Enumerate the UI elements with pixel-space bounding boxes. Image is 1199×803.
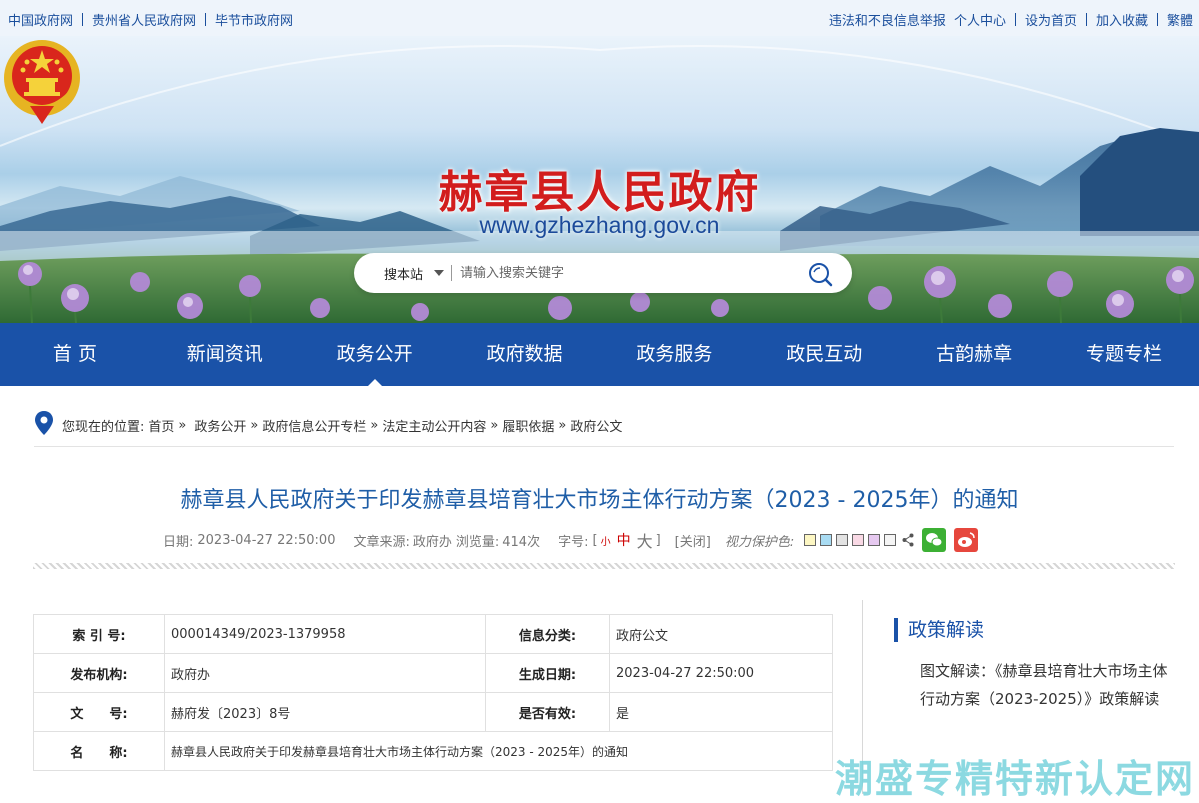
policy-interpretation-link[interactable]: 图文解读：《赫章县培育壮大市场主体行动方案（2023-2025）》政策解读 [920,657,1172,713]
nav-item-topics[interactable]: 专题专栏 [1049,323,1199,386]
main-nav: 首 页 新闻资讯 政务公开 政府数据 政务服务 政民互动 古韵赫章 专题专栏 [0,323,1199,386]
breadcrumb-prefix: 您现在的位置: [62,420,145,435]
nav-item-gov-services[interactable]: 政务服务 [600,323,750,386]
publish-date: 2023-04-27 22:50:00 [197,532,336,548]
eye-color-swatch[interactable] [820,534,833,546]
nav-item-news[interactable]: 新闻资讯 [150,323,300,386]
divider [1014,13,1016,26]
link-report[interactable]: 违法和不良信息举报 [829,10,946,29]
docno-value: 赫府发〔2023〕8号 [164,692,486,732]
divider-dashed [33,563,1175,569]
publisher-value: 政府办 [164,653,486,693]
index-value: 000014349/2023-1379958 [164,614,486,654]
site-title: 赫章县人民政府 [438,167,761,218]
font-medium-button[interactable]: 中 [617,530,631,550]
table-row: 发布机构: 政府办 生成日期: 2023-04-27 22:50:00 [33,653,833,693]
article-meta: 日期: 2023-04-27 22:50:00 文章来源: 政府办 浏览量: 4… [163,527,1053,553]
index-label: 索 引 号: [33,614,165,654]
weibo-icon[interactable] [954,528,979,552]
breadcrumb-item-statutory[interactable]: 法定主动公开内容 [382,416,486,435]
breadcrumb-item-home[interactable]: 首页 [148,416,174,435]
category-label: 信息分类: [485,614,610,654]
watermark: 潮盛专精特新认定网 [834,757,1195,801]
nav-item-gov-affairs[interactable]: 政务公开 [300,323,450,386]
sidebar-heading: 政策解读 [894,618,984,642]
search-input[interactable] [460,261,800,285]
link-china-gov[interactable]: 中国政府网 [8,10,73,29]
breadcrumb-item-documents[interactable]: 政府公文 [570,416,622,435]
source-value: 政府办 [412,534,452,550]
views-label: 浏览量: [455,534,500,550]
breadcrumb-separator: » [490,418,499,433]
bracket: ] [655,532,661,548]
link-guizhou-gov[interactable]: 贵州省人民政府网 [92,10,196,29]
breadcrumb-separator: » [250,418,259,433]
nav-item-interaction[interactable]: 政民互动 [749,323,899,386]
breadcrumb-item-info-column[interactable]: 政府信息公开专栏 [262,416,366,435]
publisher-label: 发布机构: [33,653,165,693]
breadcrumb-separator: » [558,418,567,433]
search-scope-select[interactable]: 搜本站 [384,264,423,283]
bracket: [ [592,532,598,548]
header-banner: 赫章县人民政府 www.gzhezhang.gov.cn 搜本站 [0,36,1199,323]
nav-item-culture[interactable]: 古韵赫章 [899,323,1049,386]
divider [1085,13,1087,26]
link-add-favorite[interactable]: 加入收藏 [1096,10,1148,29]
category-value: 政府公文 [609,614,833,654]
font-large-button[interactable]: 大 [637,528,653,552]
eye-color-swatch[interactable] [868,534,881,546]
created-value: 2023-04-27 22:50:00 [609,653,833,693]
link-personal-center[interactable]: 个人中心 [954,10,1006,29]
font-small-button[interactable]: 小 [601,533,611,548]
link-traditional-chinese[interactable]: 繁體 [1167,10,1193,29]
search-icon[interactable] [807,261,833,287]
eye-color-swatch[interactable] [852,534,865,546]
nav-item-gov-data[interactable]: 政府数据 [450,323,600,386]
valid-value: 是 [609,692,833,732]
breadcrumb-separator: » [178,418,187,433]
link-set-homepage[interactable]: 设为首页 [1025,10,1077,29]
eye-color-swatch[interactable] [836,534,849,546]
fontsize-label: 字号: [558,534,589,550]
name-label: 名 称: [33,731,165,771]
document-info-table: 索 引 号: 000014349/2023-1379958 信息分类: 政府公文… [33,614,833,771]
table-row: 索 引 号: 000014349/2023-1379958 信息分类: 政府公文 [33,614,833,654]
link-bijie-gov[interactable]: 毕节市政府网 [215,10,293,29]
eye-color-swatches [804,534,900,546]
breadcrumb-item-basis[interactable]: 履职依据 [502,416,554,435]
date-label: 日期: [163,534,194,550]
top-bar: 中国政府网 贵州省人民政府网 毕节市政府网 违法和不良信息举报 个人中心 设为首… [0,0,1199,36]
top-bar-right-links: 违法和不良信息举报 个人中心 设为首页 加入收藏 繁體 [829,10,1193,29]
wechat-icon[interactable] [922,528,947,552]
divider [82,13,84,26]
valid-label: 是否有效: [485,692,610,732]
divider [1156,13,1158,26]
chevron-down-icon[interactable] [434,270,444,276]
eye-color-swatch[interactable] [804,534,817,546]
share-icon[interactable] [902,533,914,547]
eye-color-swatch[interactable] [884,534,897,546]
table-row: 名 称: 赫章县人民政府关于印发赫章县培育壮大市场主体行动方案（2023 - 2… [33,731,833,771]
views-count: 414次 [502,534,541,550]
close-button[interactable]: [关闭] [675,531,711,550]
docno-label: 文 号: [33,692,165,732]
site-url: www.gzhezhang.gov.cn [479,212,720,238]
search-divider [451,265,452,281]
source-label: 文章来源: [353,534,410,550]
eye-protect-label: 视力保护色: [724,534,795,550]
location-pin-icon [35,410,53,435]
top-bar-left-links: 中国政府网 贵州省人民政府网 毕节市政府网 [8,10,293,29]
article-title: 赫章县人民政府关于印发赫章县培育壮大市场主体行动方案（2023 - 2025年）… [180,488,1019,513]
table-row: 文 号: 赫府发〔2023〕8号 是否有效: 是 [33,692,833,732]
national-emblem-icon [4,40,80,124]
breadcrumb: 您现在的位置: 首页 » 政务公开 » 政府信息公开专栏 » 法定主动公开内容 … [34,405,1174,447]
breadcrumb-item-gov-affairs[interactable]: 政务公开 [194,416,246,435]
breadcrumb-separator: » [370,418,379,433]
name-value: 赫章县人民政府关于印发赫章县培育壮大市场主体行动方案（2023 - 2025年）… [164,731,833,771]
nav-item-home[interactable]: 首 页 [0,323,150,386]
divider [205,13,207,26]
search-bar: 搜本站 [354,253,852,293]
created-label: 生成日期: [485,653,610,693]
